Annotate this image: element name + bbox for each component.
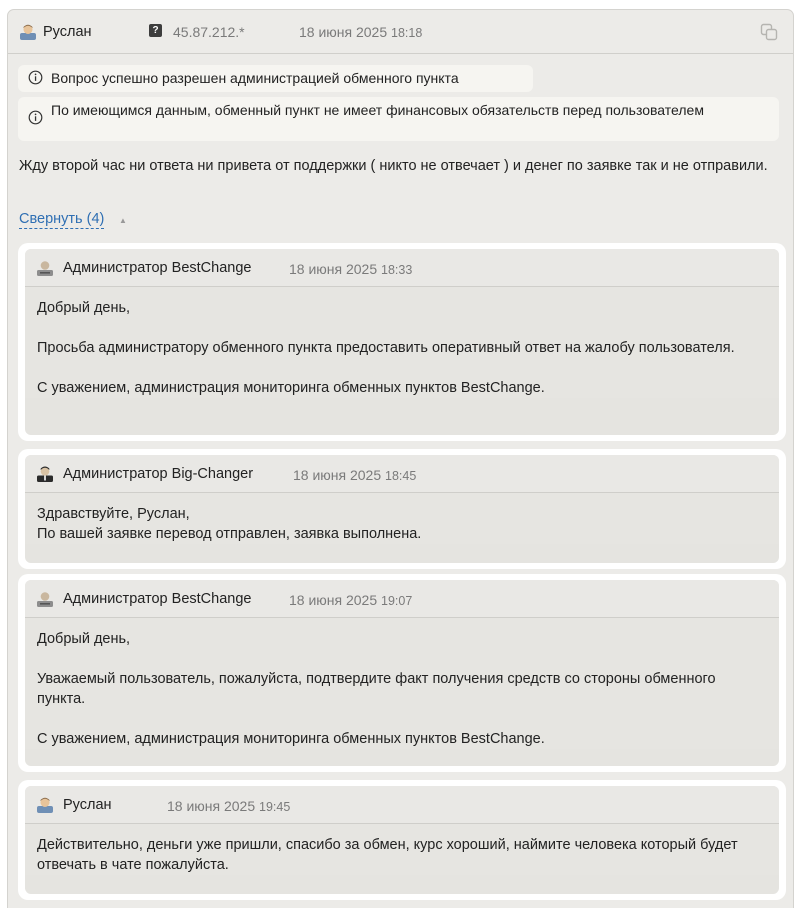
reply-paragraph: По вашей заявке перевод отправлен, заявк…: [37, 526, 422, 542]
exchanger-admin-icon: [37, 466, 53, 482]
reply-card: Администратор BestChange 18 июня 2025 18…: [18, 243, 786, 441]
reply-card: Руслан 18 июня 2025 19:45 Действительно,…: [18, 780, 786, 900]
reply-body: Действительно, деньги уже пришли, спасиб…: [25, 824, 779, 875]
reply-inner: Администратор BestChange 18 июня 2025 19…: [25, 580, 779, 766]
admin-avatar-icon: [37, 591, 53, 607]
reply-paragraph: Добрый день,: [37, 300, 131, 316]
user-avatar-icon: [20, 24, 36, 40]
notice-no-obligations: По имеющимся данным, обменный пункт не и…: [18, 97, 779, 141]
reply-paragraph: Уважаемый пользователь, пожалуйста, подт…: [37, 671, 716, 707]
reply-author[interactable]: Администратор BestChange: [63, 260, 251, 276]
review-ip: 45.87.212.*: [173, 24, 245, 40]
collapse-replies-link[interactable]: Свернуть (4): [19, 210, 105, 229]
reply-header: Руслан 18 июня 2025 19:45: [25, 786, 779, 824]
reply-header: Администратор Big-Changer 18 июня 2025 1…: [25, 455, 779, 493]
reply-paragraph: Здравствуйте, Руслан,: [37, 506, 190, 522]
notice-text: По имеющимся данным, обменный пункт не и…: [51, 102, 704, 118]
ip-unknown-icon: ?: [149, 24, 162, 37]
reply-inner: Администратор BestChange 18 июня 2025 18…: [25, 249, 779, 435]
review-text: Жду второй час ни ответа ни привета от п…: [19, 158, 768, 174]
reply-body: Добрый день, Просьба администратору обме…: [25, 287, 779, 398]
reply-author[interactable]: Администратор Big-Changer: [63, 466, 253, 482]
reply-body: Здравствуйте, Руслан, По вашей заявке пе…: [25, 493, 779, 544]
copy-icon[interactable]: [759, 22, 779, 42]
reply-paragraph: С уважением, администрация мониторинга о…: [37, 380, 545, 396]
reply-date: 18 июня 2025 18:33: [289, 261, 413, 277]
reply-paragraph: Добрый день,: [37, 631, 131, 647]
notice-text: Вопрос успешно разрешен администрацией о…: [51, 70, 459, 86]
reply-author[interactable]: Руслан: [63, 797, 112, 813]
reply-inner: Руслан 18 июня 2025 19:45 Действительно,…: [25, 786, 779, 894]
reply-paragraph: Просьба администратору обменного пункта …: [37, 340, 735, 356]
reply-time: 18:45: [385, 469, 417, 483]
user-avatar-icon: [37, 797, 53, 813]
reply-card: Администратор Big-Changer 18 июня 2025 1…: [18, 449, 786, 569]
review-time: 18:18: [391, 26, 423, 40]
triangle-up-icon[interactable]: ▲: [119, 216, 127, 225]
reply-date: 18 июня 2025 19:45: [167, 798, 291, 814]
admin-avatar-icon: [37, 260, 53, 276]
reply-header: Администратор BestChange 18 июня 2025 19…: [25, 580, 779, 618]
reply-card: Администратор BestChange 18 июня 2025 19…: [18, 574, 786, 772]
reply-body: Добрый день, Уважаемый пользователь, пож…: [25, 618, 779, 749]
reply-inner: Администратор Big-Changer 18 июня 2025 1…: [25, 455, 779, 563]
reply-time: 18:33: [381, 263, 413, 277]
info-icon: [28, 70, 43, 85]
review-header: Руслан ? 45.87.212.* 18 июня 2025 18:18: [8, 10, 793, 54]
reply-header: Администратор BestChange 18 июня 2025 18…: [25, 249, 779, 287]
reply-paragraph: Действительно, деньги уже пришли, спасиб…: [37, 837, 738, 873]
reply-author[interactable]: Администратор BestChange: [63, 591, 251, 607]
review-card: Руслан ? 45.87.212.* 18 июня 2025 18:18 …: [7, 9, 794, 908]
notice-resolved: Вопрос успешно разрешен администрацией о…: [18, 65, 533, 92]
reply-paragraph: С уважением, администрация мониторинга о…: [37, 731, 545, 747]
info-icon: [28, 110, 43, 125]
reply-date: 18 июня 2025 19:07: [289, 592, 413, 608]
reply-time: 19:07: [381, 594, 413, 608]
review-date: 18 июня 2025 18:18: [299, 24, 423, 40]
reply-time: 19:45: [259, 800, 291, 814]
reply-date: 18 июня 2025 18:45: [293, 467, 417, 483]
review-author[interactable]: Руслан: [43, 24, 92, 40]
